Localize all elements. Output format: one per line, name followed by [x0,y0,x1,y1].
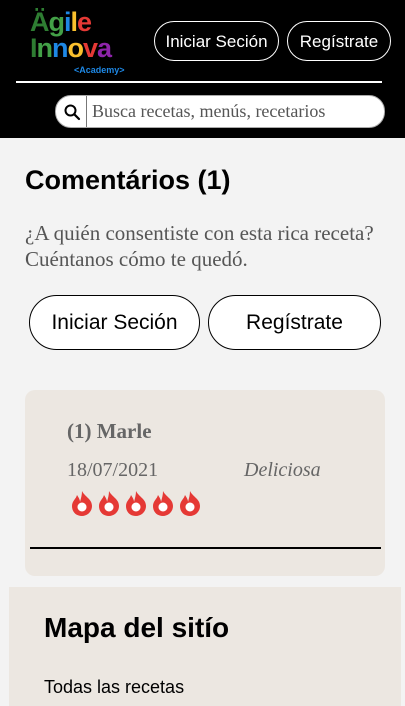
logo-text-agile: Ägile [30,7,92,37]
flame-icon [99,491,119,516]
search-bar[interactable] [55,95,385,128]
comments-login-button[interactable]: Iniciar Seción [29,295,200,350]
comment-date: 18/07/2021 [67,459,159,481]
search-input[interactable] [92,96,384,127]
logo-text-academy: <Academy> [74,65,125,75]
flame-icon [126,491,146,516]
comment-author: (1) Marle [67,419,152,443]
comment-text: Deliciosa [244,459,321,481]
comments-register-button[interactable]: Regístrate [208,295,381,350]
header-divider [16,81,382,83]
flame-icon [180,491,200,516]
comments-prompt: ¿A quién consentiste con esta rica recet… [25,221,374,271]
comments-title: Comentários (1) [25,165,231,195]
sitemap-link-all-recipes[interactable]: Todas las recetas [44,676,184,698]
sitemap-title: Mapa del sitío [44,612,230,643]
flame-icon [72,491,92,516]
logo-text-innova: Innova [30,33,112,63]
sitemap-section: Mapa del sitío Todas las recetas [9,587,401,706]
flame-icon [153,491,173,516]
header-register-button[interactable]: Regístrate [287,21,391,61]
search-divider [86,96,87,127]
site-header: Ägile Innova <Academy> Iniciar Seción Re… [0,0,405,138]
agile-innova-logo[interactable]: Ägile Innova <Academy> [30,8,130,76]
search-icon[interactable] [63,103,81,121]
comment-divider [30,547,381,549]
comment-rating [67,488,202,520]
header-login-button[interactable]: Iniciar Seción [154,21,279,61]
comment-card: (1) Marle 18/07/2021 Deliciosa [25,390,385,576]
